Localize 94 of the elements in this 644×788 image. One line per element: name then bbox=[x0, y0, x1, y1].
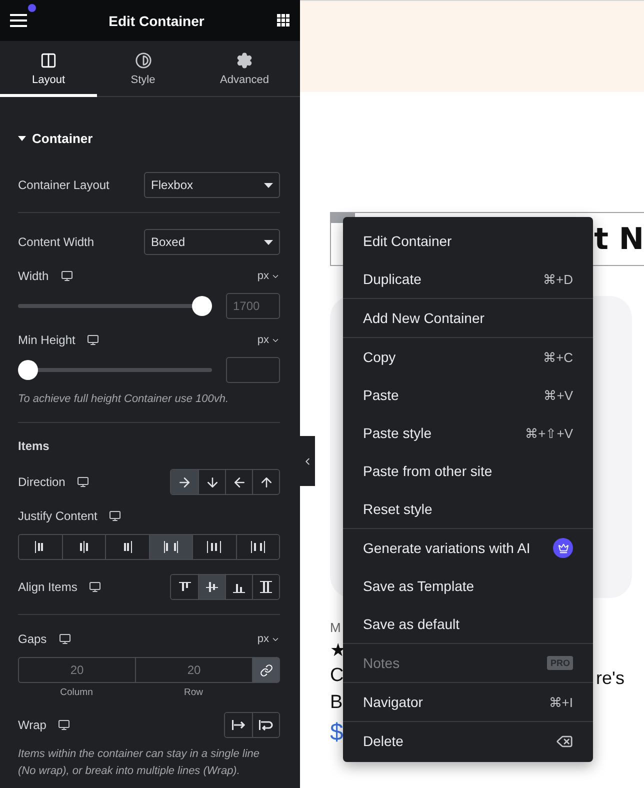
apps-button[interactable] bbox=[276, 14, 290, 27]
align-icon bbox=[176, 580, 192, 594]
gap-input[interactable]: 20 bbox=[135, 657, 252, 683]
field-label: Min Height bbox=[18, 333, 76, 347]
input-caption: Column bbox=[59, 687, 94, 698]
arrow-right-icon bbox=[177, 474, 192, 490]
wrap-icon bbox=[258, 718, 274, 732]
contrast-icon bbox=[134, 52, 152, 69]
field-label: Wrap bbox=[18, 718, 46, 732]
slider-thumb[interactable] bbox=[192, 296, 212, 316]
field-label: Container Layout bbox=[18, 178, 110, 192]
menu-item[interactable]: Save as default bbox=[343, 605, 593, 643]
justify-icon bbox=[162, 540, 179, 554]
desktop-icon[interactable] bbox=[60, 270, 73, 282]
caret-icon bbox=[264, 240, 273, 244]
slider-track[interactable] bbox=[18, 296, 212, 316]
layout-select[interactable]: Flexbox bbox=[144, 172, 280, 198]
menu-icon bbox=[10, 14, 27, 27]
heading-text: t N bbox=[594, 222, 644, 256]
menu-button[interactable] bbox=[10, 14, 27, 27]
caret-icon bbox=[18, 136, 26, 140]
help-text: To achieve full height Container use 100vh. bbox=[18, 392, 230, 407]
unit-select[interactable]: px bbox=[257, 334, 280, 346]
caret-icon bbox=[264, 182, 273, 188]
align-icon bbox=[258, 580, 274, 594]
slider-track[interactable] bbox=[18, 360, 212, 380]
field-label: Content Width bbox=[18, 235, 94, 249]
product-text: re's bbox=[596, 668, 624, 689]
menu-item[interactable]: Edit Container bbox=[343, 222, 593, 260]
menu-item[interactable]: Reset style bbox=[343, 490, 593, 528]
shortcut-text: ⌘+⇧+V bbox=[525, 426, 573, 440]
toggle-button[interactable] bbox=[198, 575, 225, 599]
menu-item[interactable]: Generate variations with AI bbox=[343, 529, 593, 567]
menu-item[interactable]: Add New Container bbox=[343, 299, 593, 337]
product-text: B bbox=[330, 692, 344, 715]
menu-item[interactable]: Delete bbox=[343, 722, 593, 760]
arrow-down-icon bbox=[204, 474, 220, 490]
toggle-button[interactable] bbox=[252, 575, 279, 599]
product-text: M bbox=[330, 620, 342, 636]
field-label: Align Items bbox=[18, 580, 78, 594]
apps-grid-icon bbox=[276, 14, 290, 27]
menu-item[interactable]: Duplicate ⌘+D bbox=[343, 260, 593, 298]
shortcut-text: ⌘+D bbox=[543, 272, 573, 286]
unit-select[interactable]: px bbox=[257, 270, 280, 282]
field-label: Justify Content bbox=[18, 509, 98, 523]
shortcut-text: ⌘+V bbox=[544, 388, 573, 402]
slider-thumb[interactable] bbox=[18, 360, 38, 380]
menu-item[interactable]: Paste style ⌘+⇧+V bbox=[343, 414, 593, 452]
desktop-icon[interactable] bbox=[58, 719, 70, 731]
product-text: C bbox=[330, 665, 344, 688]
tab[interactable]: Advanced bbox=[189, 41, 300, 97]
desktop-icon[interactable] bbox=[77, 476, 90, 488]
align-icon bbox=[204, 580, 220, 594]
section-subheading: Items bbox=[18, 439, 50, 455]
layout-select[interactable]: Boxed bbox=[144, 229, 280, 255]
product-text: ★ bbox=[330, 640, 344, 662]
toggle-button[interactable] bbox=[148, 535, 192, 559]
tab[interactable]: Layout bbox=[0, 41, 97, 97]
gap-input[interactable]: 20 bbox=[18, 657, 135, 683]
number-input[interactable]: 1700 bbox=[226, 293, 280, 319]
product-text: $ bbox=[330, 718, 344, 748]
section-toggle[interactable]: Container bbox=[18, 128, 280, 148]
desktop-icon[interactable] bbox=[109, 510, 122, 522]
columns-icon bbox=[40, 52, 57, 69]
menu-item[interactable]: Paste ⌘+V bbox=[343, 376, 593, 414]
panel-title: Edit Container bbox=[108, 12, 204, 28]
desktop-icon[interactable] bbox=[87, 334, 100, 346]
field-label: Direction bbox=[18, 475, 66, 489]
menu-item[interactable]: Navigator ⌘+I bbox=[343, 683, 593, 721]
desktop-icon[interactable] bbox=[89, 581, 102, 593]
gear-icon bbox=[236, 52, 253, 69]
menu-item[interactable]: Paste from other site bbox=[343, 452, 593, 490]
field-label: Gaps bbox=[18, 632, 47, 646]
shortcut-text: ⌘+I bbox=[548, 694, 573, 710]
field-label: Width bbox=[18, 269, 49, 283]
toggle-button[interactable] bbox=[252, 713, 279, 737]
desktop-icon[interactable] bbox=[58, 633, 71, 645]
tab[interactable]: Style bbox=[97, 41, 189, 97]
shortcut-text: ⌘+C bbox=[543, 350, 573, 364]
toggle-button[interactable] bbox=[252, 470, 279, 494]
input-caption: Row bbox=[182, 687, 204, 698]
link-button[interactable] bbox=[252, 657, 280, 683]
crown-icon bbox=[558, 542, 568, 554]
toggle-button[interactable] bbox=[236, 535, 279, 559]
unit-select[interactable]: px bbox=[257, 633, 280, 645]
link-icon bbox=[260, 664, 272, 676]
help-text: Items within the container can stay in a single line (No wrap), or break into multiple lines (Wrap). bbox=[18, 747, 261, 779]
menu-item[interactable]: Save as Template bbox=[343, 567, 593, 605]
justify-icon bbox=[250, 540, 266, 554]
no-wrap-icon bbox=[230, 718, 246, 732]
justify-icon bbox=[206, 540, 222, 554]
number-input[interactable] bbox=[226, 357, 280, 383]
menu-item[interactable]: Copy ⌘+C bbox=[343, 338, 593, 376]
toggle-button[interactable] bbox=[171, 470, 198, 494]
